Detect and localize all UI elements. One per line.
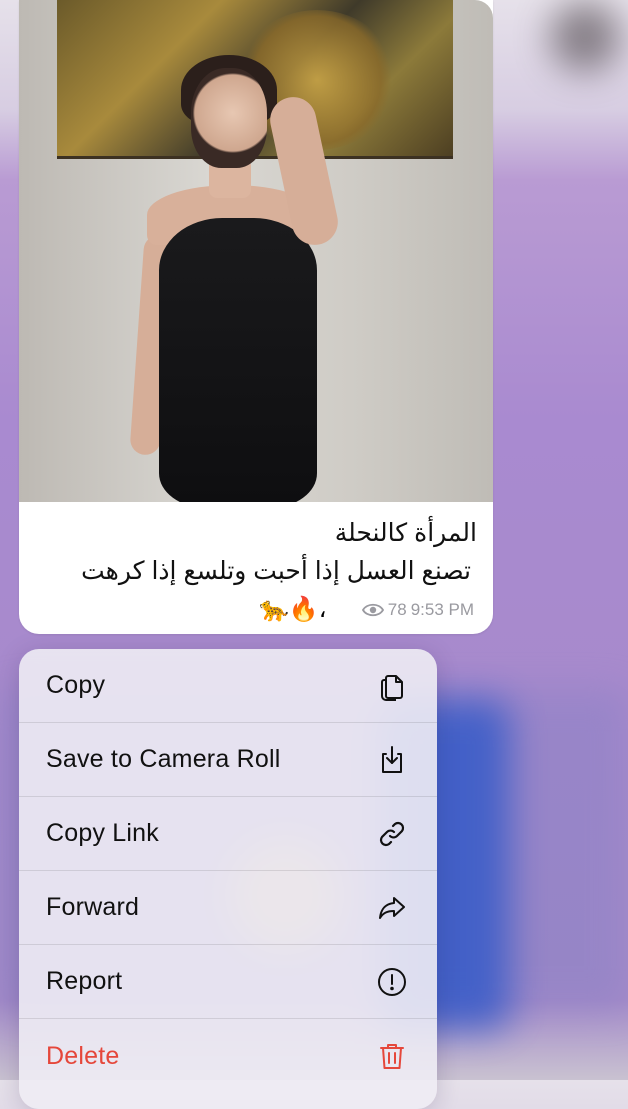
menu-item-label: Delete — [46, 1041, 120, 1070]
menu-item-report[interactable]: Report — [19, 945, 437, 1019]
caption-line-2: تصنع العسل إذا أحبت وتلسع إذا كرهت — [81, 557, 471, 585]
link-icon — [375, 817, 409, 851]
menu-item-label: Copy Link — [46, 819, 159, 847]
background-avatar-blur — [550, 2, 620, 72]
menu-item-save-to-camera-roll[interactable]: Save to Camera Roll — [19, 723, 437, 797]
alert-circle-icon — [375, 965, 409, 999]
menu-item-label: Copy — [46, 671, 106, 699]
menu-item-label: Report — [46, 967, 123, 995]
download-icon — [375, 743, 409, 777]
menu-item-label: Forward — [46, 893, 140, 921]
menu-item-copy[interactable]: Copy — [19, 649, 437, 723]
caption-emojis: 🐆🔥، — [259, 596, 327, 623]
menu-item-label: Save to Camera Roll — [46, 745, 281, 773]
message-bubble[interactable]: المرأة كالنحلة تصنع العسل إذا أحبت وتلسع… — [19, 0, 493, 634]
menu-item-delete[interactable]: Delete — [19, 1019, 437, 1093]
black-dress — [159, 218, 317, 502]
woman-portrait — [191, 68, 267, 168]
forward-icon — [375, 891, 409, 925]
view-count: 78 — [387, 600, 407, 619]
message-time: 9:53 PM — [410, 600, 474, 619]
caption-line-1: المرأة كالنحلة — [334, 519, 477, 547]
eye-icon — [361, 603, 384, 617]
menu-item-forward[interactable]: Forward — [19, 871, 437, 945]
message-meta: 🐆🔥، 78 9:53 PM — [19, 594, 493, 630]
menu-item-copy-link[interactable]: Copy Link — [19, 797, 437, 871]
message-stamp: 78 9:53 PM — [361, 600, 474, 620]
context-menu: Copy Save to Camera Roll Copy Link Forwa… — [19, 649, 437, 1109]
message-photo[interactable] — [19, 0, 493, 502]
copy-icon — [375, 669, 409, 703]
trash-icon — [375, 1039, 409, 1073]
